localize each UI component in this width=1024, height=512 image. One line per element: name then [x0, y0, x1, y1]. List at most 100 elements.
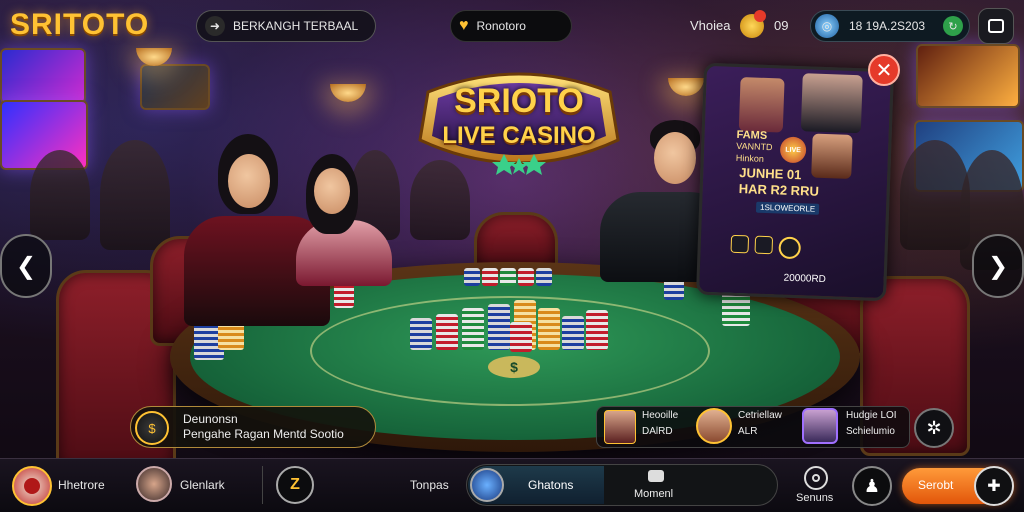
info-line-2: Pengahe Ragan Mentd Sootio [183, 427, 344, 441]
chip-stack [510, 322, 532, 352]
chevron-left-icon: ❮ [15, 252, 37, 280]
player-value: Schielumio [846, 426, 895, 437]
chip-stack [538, 308, 560, 350]
promo-line-6: 1SLOWEORLE [755, 201, 820, 215]
chevron-right-icon: ❯ [987, 252, 1009, 280]
tab-ghatons-label: Ghatons [528, 478, 574, 492]
live-casino-logo: SRIOTO LIVE CASINO [408, 62, 630, 184]
chat-button[interactable] [978, 8, 1014, 44]
action-label: Serobt [918, 478, 954, 492]
player-woman-2 [290, 154, 400, 286]
speed-button[interactable]: Z [276, 466, 314, 504]
player-head [314, 168, 350, 214]
table-center-logo: $ [488, 356, 540, 378]
lightning-icon: Z [290, 476, 300, 493]
refresh-icon[interactable]: ↻ [943, 16, 963, 36]
chip-stack [482, 268, 498, 286]
action-button[interactable]: Serobt ✚ [902, 466, 1014, 506]
promo-live-text: LIVE [785, 146, 802, 154]
avatar [604, 410, 636, 444]
coin-count: 09 [774, 18, 789, 33]
coin-bag-icon[interactable] [740, 10, 766, 38]
network-icon: ✲ [926, 417, 942, 438]
announcement-text: BERKANGH TERBAAL [233, 19, 359, 33]
tonpas-label[interactable]: Tonpas [410, 478, 449, 492]
ceiling-lamp [330, 84, 366, 102]
promo-icon-row [730, 234, 802, 260]
player-head [228, 154, 270, 208]
promo-photo-host [811, 133, 853, 179]
center-label: Ronotoro [476, 19, 526, 33]
chip-stack [488, 304, 510, 350]
chip-stack [410, 318, 432, 350]
background-patron [30, 150, 90, 240]
globe-icon: ◎ [815, 14, 839, 38]
background-screen-center [140, 64, 210, 110]
player-value: DAlRD [642, 426, 673, 437]
announcement-pill[interactable]: ➜ BERKANGH TERBAAL [196, 10, 376, 42]
balance-value: 18 19A.2S203 [849, 19, 926, 33]
info-line-1: Deunonsn [183, 412, 238, 426]
senuns-label[interactable]: Senuns [796, 492, 833, 504]
promo-photo-woman [738, 77, 785, 133]
background-patron [100, 140, 170, 250]
close-promo-button[interactable]: ✕ [868, 54, 900, 86]
chip-stack [436, 314, 458, 350]
background-screen-right [916, 44, 1020, 108]
chef-icon [24, 478, 40, 494]
promo-title-1: FAMS [736, 128, 768, 142]
prev-arrow-button[interactable]: ❮ [0, 234, 52, 298]
search-button[interactable] [804, 466, 828, 490]
globe-icon [470, 468, 504, 502]
friend-label[interactable]: Glenlark [180, 478, 225, 492]
next-arrow-button[interactable]: ❯ [972, 234, 1024, 298]
nav-divider [262, 466, 263, 504]
coin-icon [778, 236, 802, 260]
avatar [802, 408, 838, 444]
search-icon [812, 474, 820, 482]
logo-subtitle: LIVE CASINO [442, 122, 596, 149]
promo-line-5: HAR R2 RRU [738, 181, 820, 199]
profile-avatar[interactable] [12, 466, 52, 506]
gamepad-icon: ✚ [974, 466, 1014, 506]
ceiling-lamp [668, 78, 704, 96]
arrow-right-icon: ➜ [205, 16, 225, 36]
promo-line-4: JUNHE 01 [739, 165, 802, 183]
player-card[interactable]: Cetriellaw ALR [694, 408, 794, 446]
casino-lobby: $ SRITOTO ➜ BERKANGH TERBAAL ♥ Ronotoro … [0, 0, 1024, 512]
chip-stack [562, 316, 584, 350]
gear-icon [730, 234, 750, 254]
chip-icon: $ [135, 411, 169, 445]
chip-stack [586, 310, 608, 350]
promo-title-2: VANNTD [736, 140, 773, 153]
logo-title: SRIOTO [454, 82, 584, 120]
friend-avatar[interactable] [136, 466, 172, 502]
avatar [696, 408, 732, 444]
profile-label[interactable]: Hhetrore [58, 478, 105, 492]
background-screen-left [0, 48, 86, 104]
lobby-button[interactable]: ♟ [852, 466, 892, 506]
chip-stack [536, 268, 552, 286]
chip-stack [464, 268, 480, 286]
close-icon: ✕ [875, 59, 893, 82]
brand-logo[interactable]: SRITOTO [10, 8, 149, 42]
grid-icon [754, 235, 774, 255]
player-name: Heooille [642, 410, 679, 421]
chat-icon [988, 19, 1004, 33]
center-pill[interactable]: ♥ Ronotoro [450, 10, 572, 42]
promo-panel[interactable]: FAMS VANNTD Hinkon LIVE JUNHE 01 HAR R2 … [696, 62, 894, 302]
notification-dot [754, 10, 766, 22]
info-box[interactable]: $ Deunonsn Pengahe Ragan Mentd Sootio [130, 406, 376, 448]
person-icon: ♟ [863, 475, 881, 496]
tab-momenl-label: Momenl [634, 488, 674, 500]
player-card[interactable]: Heooille DAlRD [600, 408, 700, 446]
tab-ghatons[interactable]: Ghatons [468, 466, 604, 504]
player-name: Cetriellaw [738, 410, 782, 421]
chip-stack [500, 268, 516, 286]
player-card[interactable]: Hudgie LOI Schielumio [800, 408, 904, 446]
user-label: Vhoiea [690, 18, 731, 33]
tab-momenl[interactable]: Momenl [606, 466, 776, 504]
share-button[interactable]: ✲ [914, 408, 954, 448]
promo-live-badge: LIVE [779, 136, 807, 164]
balance-pill[interactable]: ◎ 18 19A.2S203 ↻ [810, 10, 970, 42]
